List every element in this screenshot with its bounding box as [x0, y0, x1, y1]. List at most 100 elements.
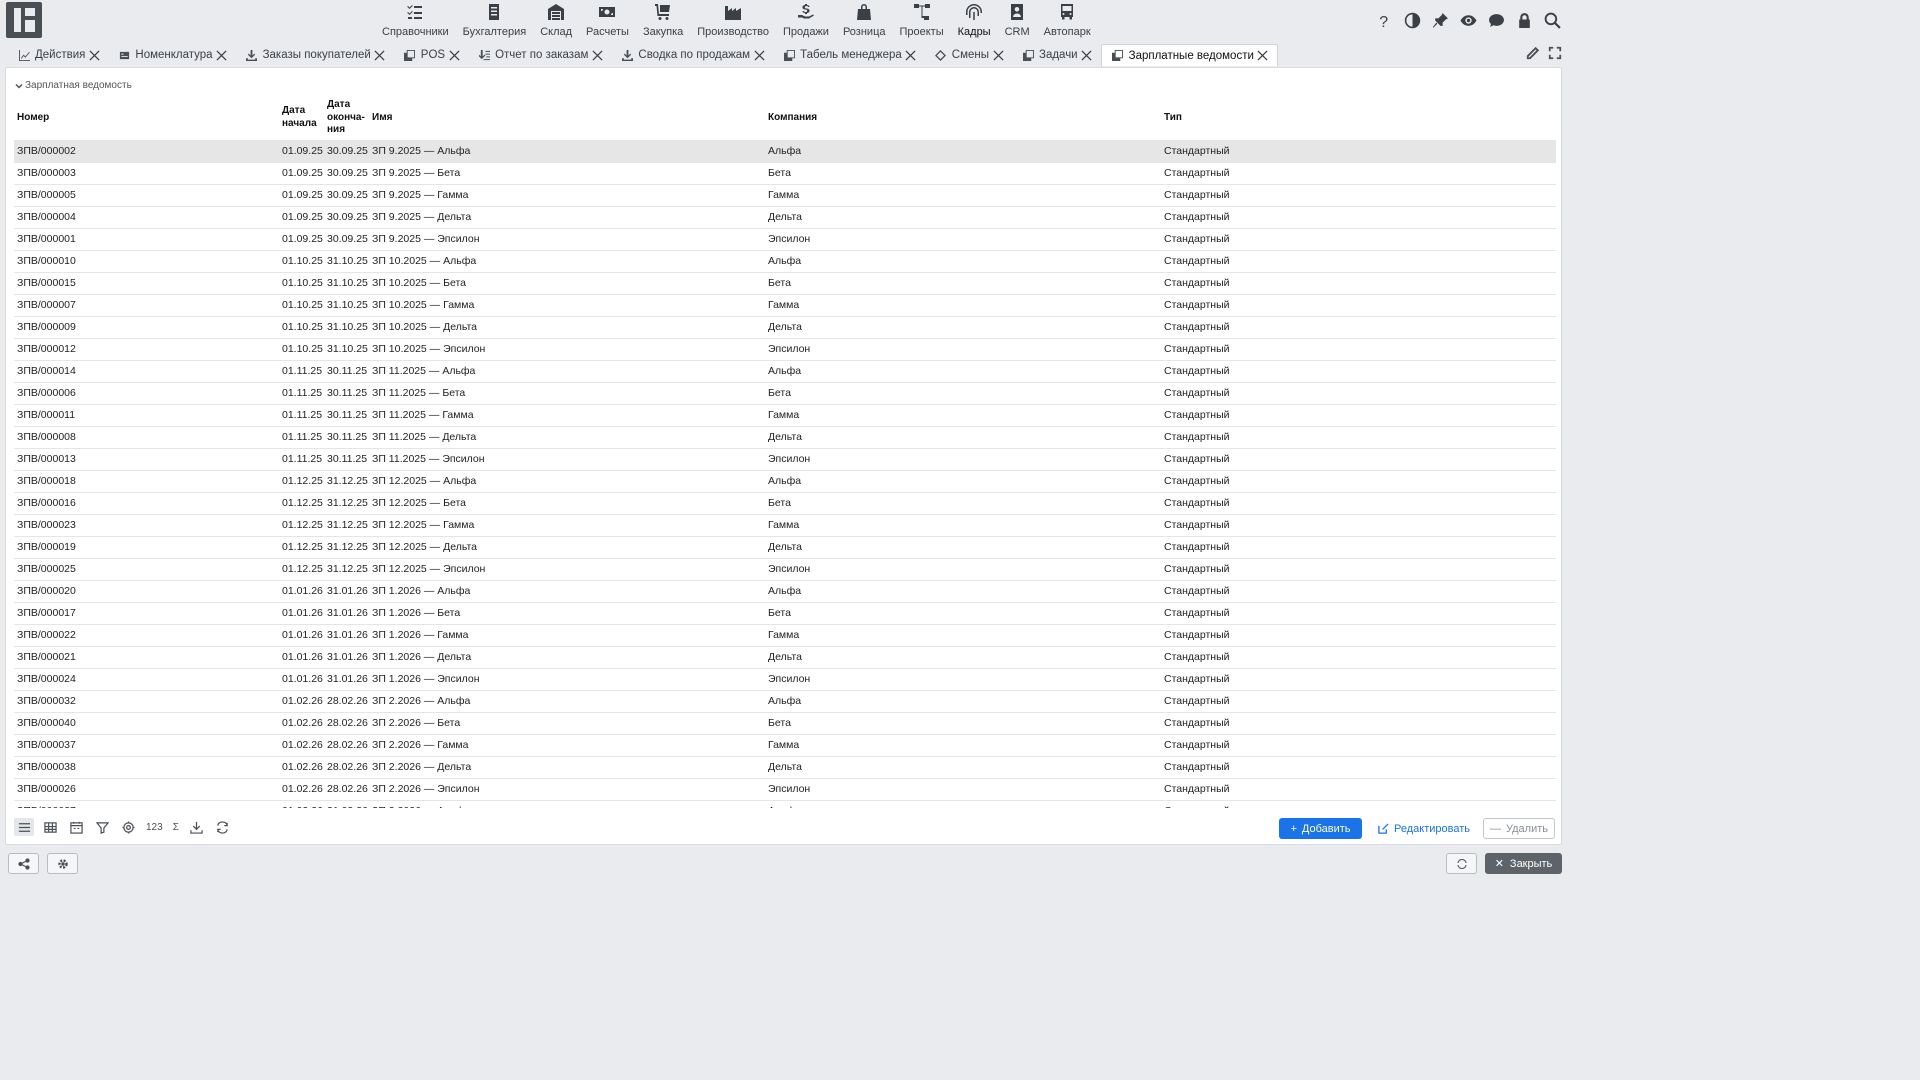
module-label: Розница — [842, 26, 886, 38]
table-row[interactable]: ЗПВ/000009 01.10.25 31.10.25 ЗП 10.2025 — Д… — [14, 315, 1556, 338]
lock-icon[interactable] — [1514, 10, 1534, 30]
add-button[interactable]: + Добавить — [1279, 818, 1362, 839]
numeric-format-button[interactable]: 123 — [144, 818, 165, 836]
close-icon[interactable] — [992, 49, 1004, 61]
reload-button[interactable] — [1446, 853, 1477, 874]
eye-icon[interactable] — [1458, 10, 1478, 30]
module-cart[interactable]: Закупка — [639, 0, 687, 42]
delete-button[interactable]: — Удалить — [1483, 818, 1555, 839]
table-row[interactable]: ЗПВ/000005 01.09.25 30.09.25 ЗП 9.2025 — Га… — [14, 183, 1556, 206]
close-icon[interactable] — [905, 49, 917, 61]
column-header-end-date[interactable]: Дата оконча-ния — [324, 96, 369, 140]
table-row[interactable]: ЗПВ/000017 01.01.26 31.01.26 ЗП 1.2026 — Бе… — [14, 601, 1556, 624]
tab-4[interactable]: Отчет по заказам — [468, 44, 611, 66]
table-row[interactable]: ЗПВ/000006 01.11.25 30.11.25 ЗП 11.2025 — Б… — [14, 381, 1556, 404]
table-row[interactable]: ЗПВ/000016 01.12.25 31.12.25 ЗП 12.2025 — Б… — [14, 491, 1556, 514]
table-row[interactable]: ЗПВ/000023 01.12.25 31.12.25 ЗП 12.2025 — Г… — [14, 513, 1556, 536]
download-icon[interactable] — [187, 818, 207, 836]
column-header-number[interactable]: Номер — [14, 96, 279, 140]
tab-3[interactable]: POS — [394, 44, 468, 66]
module-factory[interactable]: Производство — [693, 0, 773, 42]
module-bag[interactable]: Розница — [839, 0, 890, 42]
module-ledger[interactable]: Бухгалтерия — [459, 0, 531, 42]
pencil-icon[interactable] — [1526, 46, 1540, 63]
table-row[interactable]: ЗПВ/000001 01.09.25 30.09.25 ЗП 9.2025 — Эп… — [14, 227, 1556, 250]
edit-button[interactable]: Редактировать — [1378, 818, 1470, 839]
table-row[interactable]: ЗПВ/00002701.03.2631.03.26ЗП 3.2026 — Ал… — [14, 799, 1556, 808]
module-money[interactable]: Расчеты — [582, 0, 633, 42]
module-list[interactable]: Справочники — [378, 0, 453, 42]
close-icon[interactable] — [753, 49, 765, 61]
table-row[interactable]: ЗПВ/000015 01.10.25 31.10.25 ЗП 10.2025 — Б… — [14, 271, 1556, 294]
column-header-company[interactable]: Компания — [765, 96, 1161, 140]
table-row[interactable]: ЗПВ/000026 01.02.26 28.02.26 ЗП 2.2026 — Эп… — [14, 777, 1556, 800]
table-row[interactable]: ЗПВ/000037 01.02.26 28.02.26 ЗП 2.2026 — Га… — [14, 733, 1556, 756]
calendar-view-icon[interactable] — [66, 818, 86, 836]
sum-button[interactable]: Σ — [171, 818, 181, 836]
column-header-name[interactable]: Имя — [369, 96, 765, 140]
tab-6[interactable]: Табель менеджера — [773, 44, 925, 66]
chat-icon[interactable] — [1486, 10, 1506, 30]
close-icon[interactable] — [374, 49, 386, 61]
refresh-icon[interactable] — [213, 818, 233, 836]
module-sales[interactable]: Продажи — [779, 0, 833, 42]
cell-end-date: 31.12.25 — [324, 513, 369, 536]
table-row[interactable]: ЗПВ/000038 01.02.26 28.02.26 ЗП 2.2026 — Де… — [14, 755, 1556, 778]
table-row[interactable]: ЗПВ/000025 01.12.25 31.12.25 ЗП 12.2025 — Э… — [14, 557, 1556, 580]
table-row[interactable]: ЗПВ/000032 01.02.26 28.02.26 ЗП 2.2026 — Ал… — [14, 689, 1556, 712]
table-row[interactable]: ЗПВ/000024 01.01.26 31.01.26 ЗП 1.2026 — Эп… — [14, 667, 1556, 690]
groupbox-header[interactable]: Зарплатная ведомость — [15, 80, 132, 91]
table-row[interactable]: ЗПВ/000008 01.11.25 30.11.25 ЗП 11.2025 — Д… — [14, 425, 1556, 448]
tab-9[interactable]: Зарплатные ведомости — [1100, 44, 1278, 66]
help-icon[interactable]: ? — [1374, 10, 1394, 30]
module-crm[interactable]: CRM — [1001, 0, 1034, 42]
contrast-icon[interactable] — [1402, 10, 1422, 30]
table-row[interactable]: ЗПВ/000020 01.01.26 31.01.26 ЗП 1.2026 — Ал… — [14, 579, 1556, 602]
module-projects[interactable]: Проекты — [895, 0, 947, 42]
table-row[interactable]: ЗПВ/000010 01.10.25 31.10.25 ЗП 10.2025 — А… — [14, 249, 1556, 272]
fullscreen-icon[interactable] — [1548, 46, 1562, 63]
table-row[interactable]: ЗПВ/000013 01.11.25 30.11.25 ЗП 11.2025 — Э… — [14, 447, 1556, 470]
tab-0[interactable]: Действия — [8, 44, 108, 66]
app-logo[interactable] — [6, 2, 42, 38]
settings-gear-icon[interactable] — [118, 818, 138, 836]
module-warehouse[interactable]: Склад — [536, 0, 576, 42]
close-icon[interactable] — [216, 49, 228, 61]
table-row[interactable]: ЗПВ/000002 01.09.25 30.09.25 ЗП 9.2025 — Ал… — [14, 139, 1556, 162]
table-row[interactable]: ЗПВ/000022 01.01.26 31.01.26 ЗП 1.2026 — Га… — [14, 623, 1556, 646]
table-row[interactable]: ЗПВ/000007 01.10.25 31.10.25 ЗП 10.2025 — Г… — [14, 293, 1556, 316]
table-row[interactable]: ЗПВ/000011 01.11.25 30.11.25 ЗП 11.2025 — Г… — [14, 403, 1556, 426]
table-row[interactable]: ЗПВ/000012 01.10.25 31.10.25 ЗП 10.2025 — Э… — [14, 337, 1556, 360]
table-view-icon[interactable] — [40, 818, 60, 836]
cell-name: ЗП 2.2026 — Эпсилон — [369, 777, 765, 800]
table-row[interactable]: ЗПВ/000003 01.09.25 30.09.25 ЗП 9.2025 — Бе… — [14, 161, 1556, 184]
filter-icon[interactable] — [92, 818, 112, 836]
table-row[interactable]: ЗПВ/000019 01.12.25 31.12.25 ЗП 12.2025 — Д… — [14, 535, 1556, 558]
close-icon[interactable] — [1257, 50, 1269, 62]
close-icon[interactable] — [88, 49, 100, 61]
cell-type: Стандартный — [1161, 227, 1556, 250]
tab-1[interactable]: Номенклатура — [108, 44, 235, 66]
list-view-icon[interactable] — [14, 818, 34, 836]
close-icon[interactable] — [1081, 49, 1093, 61]
close-button[interactable]: ✕ Закрыть — [1485, 853, 1562, 874]
column-header-type[interactable]: Тип — [1161, 96, 1556, 140]
table-row[interactable]: ЗПВ/000021 01.01.26 31.01.26 ЗП 1.2026 — Де… — [14, 645, 1556, 668]
table-row[interactable]: ЗПВ/000004 01.09.25 30.09.25 ЗП 9.2025 — Де… — [14, 205, 1556, 228]
settings-button[interactable] — [47, 853, 78, 874]
column-header-start-date[interactable]: Дата начала — [279, 96, 324, 140]
table-row[interactable]: ЗПВ/000040 01.02.26 28.02.26 ЗП 2.2026 — Бе… — [14, 711, 1556, 734]
module-fingerprint[interactable]: Кадры — [954, 0, 995, 42]
table-row[interactable]: ЗПВ/000018 01.12.25 31.12.25 ЗП 12.2025 — А… — [14, 469, 1556, 492]
close-icon[interactable] — [591, 49, 603, 61]
tab-2[interactable]: Заказы покупателей — [236, 44, 394, 66]
module-bus[interactable]: Автопарк — [1040, 0, 1095, 42]
share-button[interactable] — [8, 853, 39, 874]
tab-5[interactable]: Сводка по продажам — [611, 44, 773, 66]
close-icon[interactable] — [448, 49, 460, 61]
tab-8[interactable]: Задачи — [1012, 44, 1101, 66]
tab-7[interactable]: Смены — [925, 44, 1012, 66]
search-icon[interactable] — [1542, 10, 1562, 30]
table-row[interactable]: ЗПВ/000014 01.11.25 30.11.25 ЗП 11.2025 — А… — [14, 359, 1556, 382]
pin-icon[interactable] — [1430, 10, 1450, 30]
